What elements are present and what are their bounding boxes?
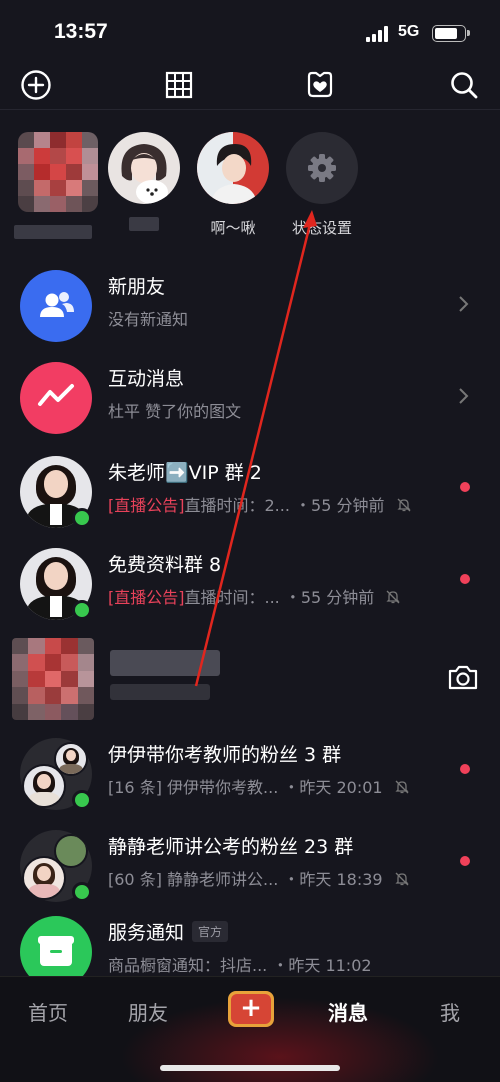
nav-home[interactable]: 首页 bbox=[28, 997, 68, 1026]
item-time: ・55 分钟前 bbox=[284, 588, 375, 607]
nav-me[interactable]: 我 bbox=[440, 997, 460, 1026]
gear-icon bbox=[308, 154, 336, 182]
avatar bbox=[20, 362, 92, 434]
unread-dot bbox=[460, 764, 470, 774]
item-subtitle: 没有新通知 bbox=[108, 310, 189, 329]
signal-icon bbox=[366, 26, 390, 42]
bottom-nav: 首页 朋友 + 消息 我 bbox=[0, 976, 500, 1082]
story-name bbox=[8, 225, 98, 245]
avatar bbox=[197, 132, 269, 204]
list-item-interactions[interactable]: 互动消息 杜平 赞了你的图文 bbox=[0, 352, 500, 444]
mute-bell-icon bbox=[397, 498, 411, 512]
story-row: 啊～啾 状态设置 bbox=[0, 122, 500, 250]
blurred-name bbox=[110, 650, 220, 676]
announcement-tag: [直播公告] bbox=[108, 588, 185, 607]
people-icon bbox=[40, 292, 74, 317]
avatar bbox=[12, 638, 94, 720]
official-badge: 官方 bbox=[192, 921, 229, 942]
blurred-status bbox=[110, 684, 210, 700]
item-title: 互动消息 bbox=[108, 368, 185, 390]
list-item-chat[interactable]: 朱老师➡️VIP 群 2 [直播公告]直播时间：2... ・55 分钟前 bbox=[0, 446, 500, 538]
item-subtitle: [直播公告]直播时间：2... ・55 分钟前 bbox=[108, 492, 412, 516]
item-title: 免费资料群 8 bbox=[108, 554, 222, 576]
heart-bubble-icon[interactable] bbox=[303, 68, 337, 102]
announcement-tag: [直播公告] bbox=[108, 496, 185, 515]
home-indicator bbox=[160, 1065, 340, 1071]
story-name bbox=[99, 217, 189, 237]
status-time: 13:57 bbox=[54, 20, 108, 43]
avatar bbox=[108, 132, 180, 204]
online-indicator bbox=[72, 600, 92, 620]
item-time: ・55 分钟前 bbox=[295, 496, 385, 515]
mute-bell-icon bbox=[395, 872, 409, 886]
chevron-right-icon bbox=[459, 296, 469, 312]
plus-icon: + bbox=[231, 994, 271, 1024]
story-friend-1[interactable] bbox=[99, 132, 189, 237]
item-title: 服务通知 官方 bbox=[108, 918, 229, 945]
story-name: 状态设置 bbox=[291, 219, 352, 237]
item-title: 伊伊带你考教师的粉丝 3 群 bbox=[108, 744, 342, 766]
unread-dot bbox=[460, 856, 470, 866]
unread-dot bbox=[460, 482, 470, 492]
unread-dot bbox=[460, 574, 470, 584]
story-self[interactable] bbox=[8, 132, 98, 245]
story-name: 啊～啾 bbox=[210, 219, 256, 237]
list-item-contact[interactable] bbox=[0, 632, 500, 724]
item-subtitle: [直播公告]直播时间：... ・55 分钟前 bbox=[108, 584, 401, 608]
item-subtitle: 杜平 赞了你的图文 bbox=[108, 402, 242, 421]
list-item-chat[interactable]: 伊伊带你考教师的粉丝 3 群 [16 条] 伊伊带你考教... ・昨天 20:0… bbox=[0, 728, 500, 820]
item-subtitle: 商品橱窗通知：抖店... ・昨天 11:02 bbox=[108, 956, 372, 975]
nav-messages[interactable]: 消息 bbox=[328, 997, 368, 1026]
avatar bbox=[286, 132, 358, 204]
chevron-right-icon bbox=[459, 388, 469, 404]
create-button[interactable]: + bbox=[228, 991, 274, 1027]
item-subtitle: [60 条] 静静老师讲公... ・昨天 18:39 bbox=[108, 866, 410, 890]
top-bar bbox=[0, 64, 500, 110]
item-title: 静静老师讲公考的粉丝 23 群 bbox=[108, 836, 354, 858]
list-item-new-friends[interactable]: 新朋友 没有新通知 bbox=[0, 260, 500, 352]
list-item-chat[interactable]: 免费资料群 8 [直播公告]直播时间：... ・55 分钟前 bbox=[0, 538, 500, 630]
grid-icon[interactable] bbox=[162, 68, 196, 102]
battery-icon bbox=[432, 25, 470, 42]
story-friend-2[interactable]: 啊～啾 bbox=[188, 132, 278, 237]
network-type: 5G bbox=[398, 23, 420, 40]
mute-bell-icon bbox=[395, 780, 409, 794]
nav-friends[interactable]: 朋友 bbox=[128, 997, 168, 1026]
search-icon[interactable] bbox=[447, 68, 481, 102]
item-subtitle: [16 条] 伊伊带你考教... ・昨天 20:01 bbox=[108, 774, 410, 798]
item-title: 朱老师➡️VIP 群 2 bbox=[108, 462, 262, 484]
avatar bbox=[18, 132, 98, 212]
camera-icon[interactable] bbox=[446, 660, 480, 694]
mute-bell-icon bbox=[386, 590, 400, 604]
zigzag-icon bbox=[38, 384, 74, 406]
status-bar: 13:57 5G bbox=[0, 0, 500, 64]
online-indicator bbox=[72, 882, 92, 902]
add-circle-icon[interactable] bbox=[19, 68, 53, 102]
item-time: ・昨天 20:01 bbox=[283, 778, 383, 797]
item-time: ・昨天 11:02 bbox=[272, 956, 372, 975]
online-indicator bbox=[72, 790, 92, 810]
avatar bbox=[20, 270, 92, 342]
online-indicator bbox=[72, 508, 92, 528]
item-title: 新朋友 bbox=[108, 276, 166, 298]
list-item-chat[interactable]: 静静老师讲公考的粉丝 23 群 [60 条] 静静老师讲公... ・昨天 18:… bbox=[0, 820, 500, 912]
story-status-settings[interactable]: 状态设置 bbox=[277, 132, 367, 237]
item-time: ・昨天 18:39 bbox=[283, 870, 383, 889]
